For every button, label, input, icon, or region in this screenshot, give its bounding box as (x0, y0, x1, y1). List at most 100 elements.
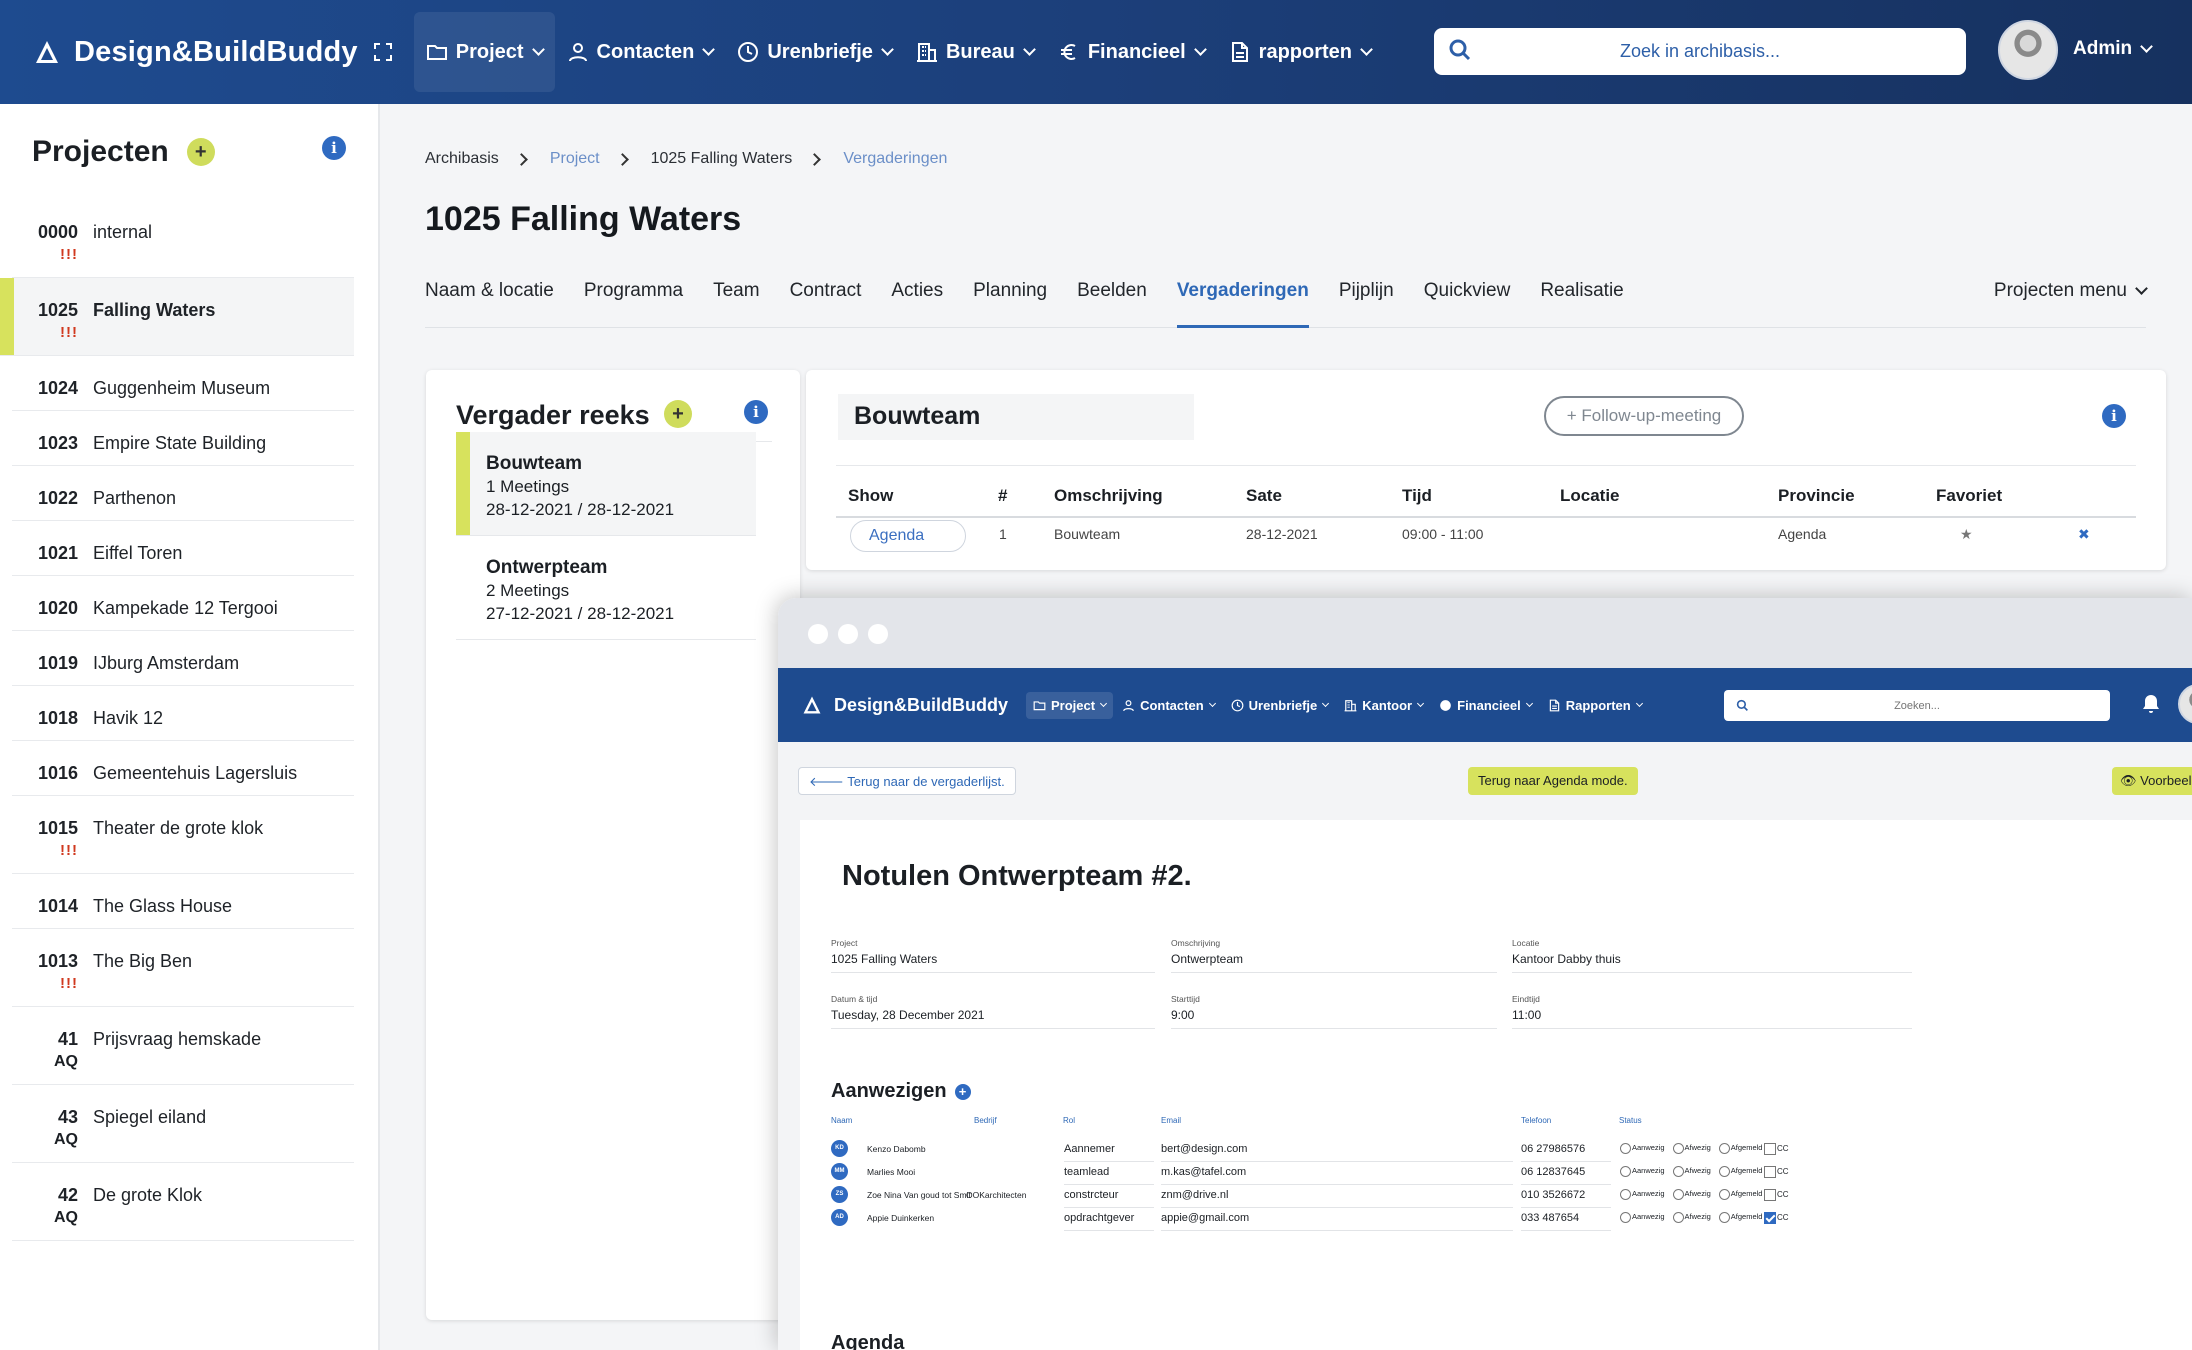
project-item[interactable]: 1015 Theater de grote klok!!! (12, 796, 354, 874)
tab-planning[interactable]: Planning (973, 274, 1047, 328)
status-radio-group[interactable]: Aanwezig Afwezig Afgemeld (1620, 1189, 1770, 1200)
attendee-role-field[interactable]: opdrachtgever (1064, 1212, 1154, 1231)
project-item[interactable]: 1020 Kampekade 12 Tergooi (12, 576, 354, 631)
preview-button[interactable]: 👁 Voorbeel (2112, 767, 2192, 795)
reeks-item-ontwerpteam[interactable]: Ontwerpteam 2 Meetings 27-12-2021 / 28-1… (456, 536, 756, 640)
overlay-search-bar[interactable] (1724, 690, 2110, 721)
cc-checkbox[interactable]: CC (1764, 1212, 1789, 1224)
search-bar[interactable] (1434, 28, 1966, 75)
status-radio[interactable]: Afgemeld (1718, 1189, 1767, 1200)
reeks-item-bouwteam[interactable]: Bouwteam 1 Meetings 28-12-2021 / 28-12-2… (456, 432, 756, 536)
tab-team[interactable]: Team (713, 274, 759, 328)
status-radio[interactable]: Aanwezig (1620, 1212, 1669, 1223)
status-radio[interactable]: Afgemeld (1718, 1143, 1767, 1154)
attendee-email-field[interactable]: m.kas@tafel.com (1161, 1166, 1513, 1185)
tab-beelden[interactable]: Beelden (1077, 274, 1147, 328)
project-item[interactable]: 1013 The Big Ben!!! (12, 929, 354, 1007)
status-radio[interactable]: Afwezig (1672, 1212, 1715, 1223)
field-eindtijd[interactable]: Eindtijd 11:00 (1512, 994, 1912, 1029)
overlay-nav-urenbriefje[interactable]: Urenbriefje (1224, 692, 1336, 719)
project-item[interactable]: 1016 Gemeentehuis Lagersluis (12, 741, 354, 796)
fullscreen-icon[interactable] (373, 43, 392, 61)
status-radio[interactable]: Afgemeld (1718, 1212, 1767, 1223)
window-minimize-dot[interactable] (838, 624, 858, 644)
project-item[interactable]: 1018 Havik 12 (12, 686, 354, 741)
overlay-nav-rapporten[interactable]: Rapporten (1541, 692, 1649, 719)
breadcrumb-project-name[interactable]: 1025 Falling Waters (651, 150, 793, 168)
project-item[interactable]: 0000 internal!!! (12, 200, 354, 278)
nav-item-bureau[interactable]: Bureau (904, 12, 1046, 92)
project-item[interactable]: 42 De grote Klok AQ (12, 1163, 354, 1241)
cc-checkbox[interactable]: CC (1764, 1143, 1789, 1155)
attendee-email-field[interactable]: znm@drive.nl (1161, 1189, 1513, 1208)
status-radio[interactable]: Afwezig (1672, 1189, 1715, 1200)
breadcrumb-project[interactable]: Project (550, 150, 600, 168)
nav-item-rapporten[interactable]: rapporten (1217, 12, 1383, 92)
add-project-button[interactable]: + (186, 138, 215, 166)
add-attendee-button[interactable]: + (954, 1083, 971, 1100)
tab-realisatie[interactable]: Realisatie (1540, 274, 1623, 328)
status-radio[interactable]: Afwezig (1672, 1166, 1715, 1177)
attendee-row[interactable]: AD Appie Duinkerken opdrachtgever appie@gma… (800, 1209, 2192, 1235)
status-radio-group[interactable]: Aanwezig Afwezig Afgemeld (1620, 1166, 1770, 1177)
attendee-role-field[interactable]: constrcteur (1064, 1189, 1154, 1208)
tab-pijplijn[interactable]: Pijplijn (1339, 274, 1394, 328)
agenda-show-button[interactable]: Agenda (850, 520, 966, 552)
window-maximize-dot[interactable] (868, 624, 888, 644)
project-item[interactable]: 1022 Parthenon (12, 466, 354, 521)
cc-checkbox[interactable]: CC (1764, 1189, 1789, 1201)
info-icon[interactable]: i (2102, 404, 2126, 428)
attendee-role-field[interactable]: teamlead (1064, 1166, 1154, 1185)
status-radio[interactable]: Afwezig (1672, 1143, 1715, 1154)
attendee-phone-field[interactable]: 010 3526672 (1521, 1189, 1611, 1208)
field-datum[interactable]: Datum & tijd Tuesday, 28 December 2021 (831, 994, 1155, 1029)
close-icon[interactable]: ✖ (2078, 526, 2090, 543)
overlay-nav-project[interactable]: Project (1026, 691, 1114, 719)
nav-item-contacten[interactable]: Contacten (555, 12, 726, 92)
attendee-email-field[interactable]: appie@gmail.com (1161, 1212, 1513, 1231)
user-menu[interactable]: Admin (2073, 38, 2153, 60)
overlay-search-input[interactable] (1724, 690, 2110, 721)
overlay-nav-contacten[interactable]: Contacten (1115, 692, 1222, 719)
project-item[interactable]: 1024 Guggenheim Museum (12, 356, 354, 411)
attendee-role-field[interactable]: Aannemer (1064, 1143, 1154, 1162)
overlay-logo[interactable]: Design&BuildBuddy (802, 695, 1008, 716)
field-project[interactable]: Project 1025 Falling Waters (831, 938, 1155, 973)
tab-programma[interactable]: Programma (584, 274, 683, 328)
status-radio-group[interactable]: Aanwezig Afwezig Afgemeld (1620, 1143, 1770, 1154)
agenda-mode-button[interactable]: Terug naar Agenda mode. (1468, 767, 1638, 795)
attendee-phone-field[interactable]: 06 12837645 (1521, 1166, 1611, 1185)
status-radio[interactable]: Afgemeld (1718, 1166, 1767, 1177)
project-item[interactable]: 43 Spiegel eiland AQ (12, 1085, 354, 1163)
star-icon[interactable]: ★ (1960, 526, 1973, 543)
tab-contract[interactable]: Contract (790, 274, 862, 328)
user-avatar[interactable] (1998, 20, 2058, 80)
status-radio-group[interactable]: Aanwezig Afwezig Afgemeld (1620, 1212, 1770, 1223)
project-item[interactable]: 1014 The Glass House (12, 874, 354, 929)
project-item[interactable]: 1021 Eiffel Toren (12, 521, 354, 576)
tab-acties[interactable]: Acties (891, 274, 943, 328)
breadcrumb-archibasis[interactable]: Archibasis (425, 150, 499, 168)
projecten-menu-dropdown[interactable]: Projecten menu (1994, 280, 2148, 302)
project-item[interactable]: 1023 Empire State Building (12, 411, 354, 466)
nav-item-project[interactable]: Project (413, 12, 555, 92)
search-input[interactable] (1434, 41, 1966, 62)
attendee-email-field[interactable]: bert@design.com (1161, 1143, 1513, 1162)
info-icon[interactable]: i (322, 136, 346, 160)
field-starttijd[interactable]: Starttijd 9:00 (1171, 994, 1497, 1029)
field-locatie[interactable]: Locatie Kantoor Dabby thuis (1512, 938, 1912, 973)
cc-checkbox[interactable]: CC (1764, 1166, 1789, 1178)
project-item[interactable]: 1025 Falling Waters!!! (0, 278, 354, 356)
follow-up-meeting-button[interactable]: + Follow-up-meeting (1544, 396, 1744, 436)
project-item[interactable]: 41 Prijsvraag hemskade AQ (12, 1007, 354, 1085)
overlay-nav-kantoor[interactable]: Kantoor (1337, 692, 1430, 719)
overlay-nav-financieel[interactable]: Financieel (1432, 692, 1539, 719)
project-item[interactable]: 1019 IJburg Amsterdam (12, 631, 354, 686)
bell-icon[interactable] (2142, 694, 2160, 714)
attendee-phone-field[interactable]: 06 27986576 (1521, 1143, 1611, 1162)
field-omschrijving[interactable]: Omschrijving Ontwerpteam (1171, 938, 1497, 973)
back-to-list-button[interactable]: 🡐 Terug naar de vergaderlijst. (798, 767, 1016, 795)
tab-quickview[interactable]: Quickview (1424, 274, 1511, 328)
overlay-avatar[interactable] (2178, 684, 2192, 724)
tab-vergaderingen[interactable]: Vergaderingen (1176, 274, 1309, 328)
